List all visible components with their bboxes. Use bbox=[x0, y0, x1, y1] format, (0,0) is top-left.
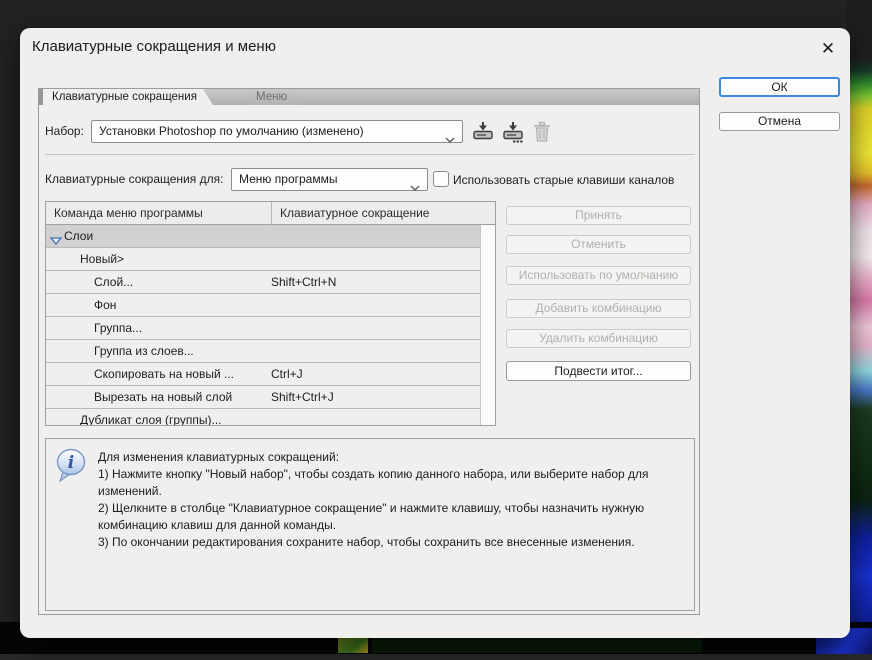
table-row[interactable]: Скопировать на новый ... Ctrl+J bbox=[46, 363, 482, 386]
table-row[interactable]: Вырезать на новый слой Shift+Ctrl+J bbox=[46, 386, 482, 409]
set-select[interactable]: Установки Photoshop по умолчанию (измене… bbox=[91, 120, 463, 143]
table-row[interactable]: Группа... bbox=[46, 317, 482, 340]
delete-shortcut-button: Удалить комбинацию bbox=[506, 329, 691, 348]
taskbar-strip bbox=[0, 654, 872, 660]
shortcuts-tab-panel: Клавиатурные сокращения Меню Набор: Уста… bbox=[38, 88, 700, 615]
shortcut-cell[interactable]: Ctrl+J bbox=[271, 363, 303, 386]
shortcuts-for-select[interactable]: Меню программы bbox=[231, 168, 428, 191]
column-header-shortcut[interactable]: Клавиатурное сокращение bbox=[271, 202, 429, 225]
info-item-2: 2) Щелкните в столбце "Клавиатурное сокр… bbox=[98, 500, 676, 534]
info-item-1: 1) Нажмите кнопку "Новый набор", чтобы с… bbox=[98, 466, 676, 500]
keyboard-shortcuts-dialog: Клавиатурные сокращения и меню ✕ ОК Отме… bbox=[20, 28, 850, 638]
ok-button[interactable]: ОК bbox=[719, 77, 840, 97]
use-default-button: Использовать по умолчанию bbox=[506, 266, 691, 285]
command-cell[interactable]: Скопировать на новый ... bbox=[94, 363, 234, 386]
command-cell[interactable]: Группа... bbox=[94, 317, 142, 340]
command-cell[interactable]: Группа из слоев... bbox=[94, 340, 194, 363]
set-select-value: Установки Photoshop по умолчанию (измене… bbox=[99, 124, 364, 138]
tab-menus[interactable]: Меню bbox=[247, 89, 303, 105]
info-item-3: 3) По окончании редактирования сохраните… bbox=[98, 534, 676, 551]
table-row[interactable]: Слои bbox=[46, 225, 482, 248]
tab-bar: Клавиатурные сокращения Меню bbox=[39, 89, 699, 105]
add-shortcut-button: Добавить комбинацию bbox=[506, 299, 691, 318]
set-label: Набор: bbox=[45, 124, 84, 138]
tab-bar-edge bbox=[39, 89, 43, 105]
shortcuts-for-value: Меню программы bbox=[239, 172, 337, 186]
table-row[interactable]: Дубликат слоя (группы)... bbox=[46, 409, 482, 426]
cancel-button[interactable]: Отмена bbox=[719, 112, 840, 131]
chevron-down-icon bbox=[410, 177, 420, 198]
shortcut-cell[interactable]: Shift+Ctrl+N bbox=[271, 271, 336, 294]
column-header-command[interactable]: Команда меню программы bbox=[54, 202, 203, 225]
summarize-button[interactable]: Подвести итог... bbox=[506, 361, 691, 381]
shortcut-cell[interactable]: Shift+Ctrl+J bbox=[271, 386, 334, 409]
command-cell[interactable]: Фон bbox=[94, 294, 116, 317]
info-heading: Для изменения клавиатурных сокращений: bbox=[98, 449, 676, 466]
screen: Клавиатурные сокращения и меню ✕ ОК Отме… bbox=[0, 0, 872, 660]
svg-text:i: i bbox=[68, 453, 74, 473]
chevron-down-icon bbox=[445, 129, 455, 150]
command-cell[interactable]: Слои bbox=[64, 225, 93, 248]
save-set-as-new-icon[interactable] bbox=[501, 121, 525, 143]
shortcuts-for-label: Клавиатурные сокращения для: bbox=[45, 172, 223, 186]
table-row[interactable]: Новый> bbox=[46, 248, 482, 271]
accept-button: Принять bbox=[506, 206, 691, 225]
info-text: Для изменения клавиатурных сокращений: 1… bbox=[98, 449, 676, 551]
table-scrollbar[interactable] bbox=[480, 225, 495, 425]
command-cell[interactable]: Новый> bbox=[80, 248, 124, 271]
legacy-channel-shortcuts-label: Использовать старые клавиши каналов bbox=[453, 173, 674, 187]
artwork-patch bbox=[372, 637, 702, 653]
info-box: i Для изменения клавиатурных сокращений:… bbox=[45, 438, 695, 611]
dialog-title: Клавиатурные сокращения и меню bbox=[32, 38, 276, 55]
legacy-channel-shortcuts-checkbox[interactable] bbox=[433, 171, 449, 187]
artwork-patch bbox=[338, 636, 368, 653]
close-icon[interactable]: ✕ bbox=[815, 36, 841, 62]
table-body: Слои Новый> Слой... Shift+Ctrl+N Фон bbox=[46, 225, 495, 426]
shortcuts-table: Команда меню программы Клавиатурное сокр… bbox=[45, 201, 496, 426]
table-row[interactable]: Группа из слоев... bbox=[46, 340, 482, 363]
command-cell[interactable]: Слой... bbox=[94, 271, 133, 294]
delete-set-icon bbox=[531, 121, 555, 143]
save-set-icon[interactable] bbox=[471, 121, 495, 143]
command-cell[interactable]: Дубликат слоя (группы)... bbox=[80, 409, 222, 426]
table-row[interactable]: Слой... Shift+Ctrl+N bbox=[46, 271, 482, 294]
command-cell[interactable]: Вырезать на новый слой bbox=[94, 386, 232, 409]
info-icon: i bbox=[54, 448, 90, 489]
undo-button: Отменить bbox=[506, 235, 691, 254]
table-header: Команда меню программы Клавиатурное сокр… bbox=[46, 202, 495, 225]
table-row[interactable]: Фон bbox=[46, 294, 482, 317]
separator bbox=[45, 154, 695, 155]
tab-keyboard-shortcuts[interactable]: Клавиатурные сокращения bbox=[43, 89, 213, 105]
